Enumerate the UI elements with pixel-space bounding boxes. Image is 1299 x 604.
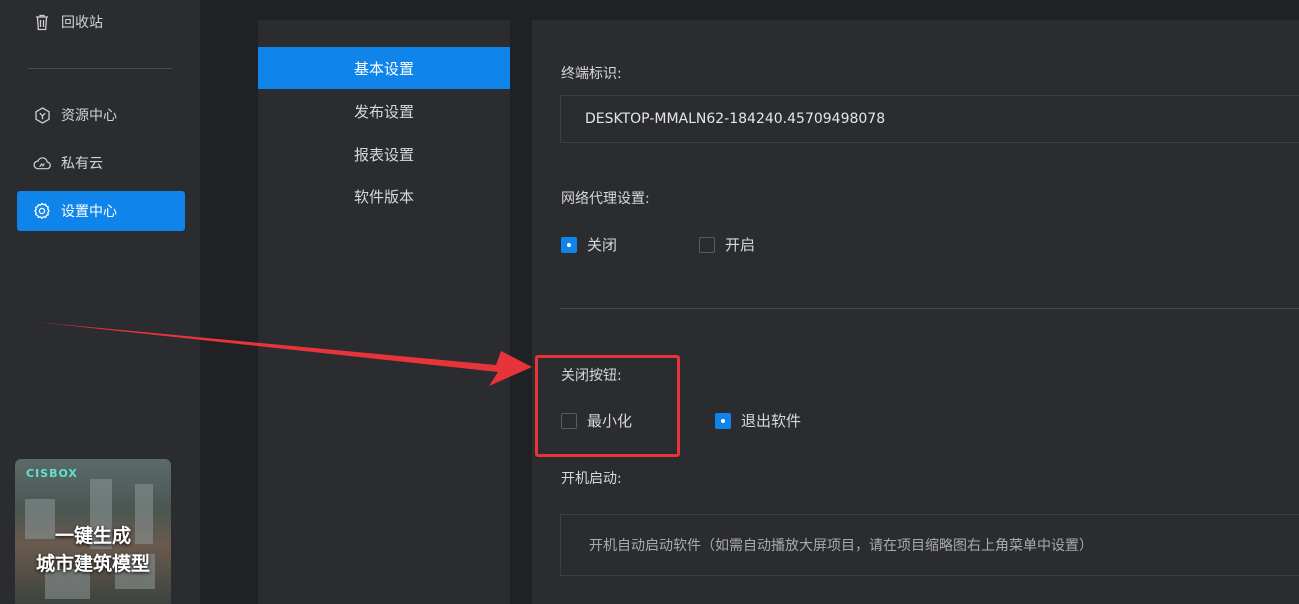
radio-unchecked[interactable] [699,236,715,253]
column-gap [510,0,532,604]
sidebar-item-private-cloud[interactable]: 私有云 [17,143,185,183]
radio-checked[interactable] [561,236,577,253]
sidebar-item-resource-center[interactable]: 资源中心 [17,95,185,135]
startup-option-text: 开机自动启动软件（如需自动播放大屏项目，请在项目缩略图右上角菜单中设置） [589,538,1093,554]
annotation-highlight-box [535,355,680,457]
sidebar-item-label: 设置中心 [61,204,117,220]
close-exit-option[interactable]: 退出软件 [715,410,801,431]
column-gap [200,0,258,604]
trash-icon [33,13,51,31]
sidebar-item-label: 回收站 [61,15,103,31]
submenu-item-basic-settings[interactable]: 基本设置 [258,47,510,89]
sidebar: 回收站 资源中心 私有云 设置中心 CISBOX 一键生成 城市建筑模型 [0,0,200,604]
submenu-item-report-settings[interactable]: 报表设置 [258,133,510,175]
radio-checked[interactable] [715,412,731,429]
cube-icon [33,106,51,124]
sidebar-item-recycle-bin[interactable]: 回收站 [17,2,185,42]
startup-label: 开机启动: [561,471,622,487]
sidebar-item-label: 私有云 [61,156,103,172]
proxy-settings-label: 网络代理设置: [561,191,650,207]
proxy-on-option[interactable]: 开启 [699,234,755,255]
startup-option[interactable]: 开机自动启动软件（如需自动播放大屏项目，请在项目缩略图右上角菜单中设置） [560,514,1299,576]
cloud-icon [33,154,51,172]
terminal-id-value: DESKTOP-MMALN62-184240.45709498078 [585,111,886,127]
proxy-off-option[interactable]: 关闭 [561,234,617,255]
terminal-id-label: 终端标识: [561,66,622,82]
submenu-item-software-version[interactable]: 软件版本 [258,175,510,217]
sidebar-item-settings-center[interactable]: 设置中心 [17,191,185,231]
submenu-item-publish-settings[interactable]: 发布设置 [258,90,510,132]
top-gap [200,0,1299,20]
proxy-off-label: 关闭 [587,236,618,254]
gear-icon [33,202,51,220]
close-exit-label: 退出软件 [741,412,802,430]
promo-banner[interactable]: CISBOX 一键生成 城市建筑模型 [15,459,171,604]
promo-title-line1: 一键生成 [54,525,131,547]
terminal-id-field[interactable]: DESKTOP-MMALN62-184240.45709498078 [560,95,1299,143]
section-divider [560,308,1299,309]
promo-title-line2: 城市建筑模型 [35,553,150,575]
settings-submenu: 基本设置 发布设置 报表设置 软件版本 [258,20,510,604]
proxy-on-label: 开启 [725,236,756,254]
sidebar-item-label: 资源中心 [61,108,117,124]
settings-panel: 终端标识: DESKTOP-MMALN62-184240.45709498078… [532,20,1299,604]
promo-logo: CISBOX [26,467,78,480]
sidebar-divider [28,68,172,69]
